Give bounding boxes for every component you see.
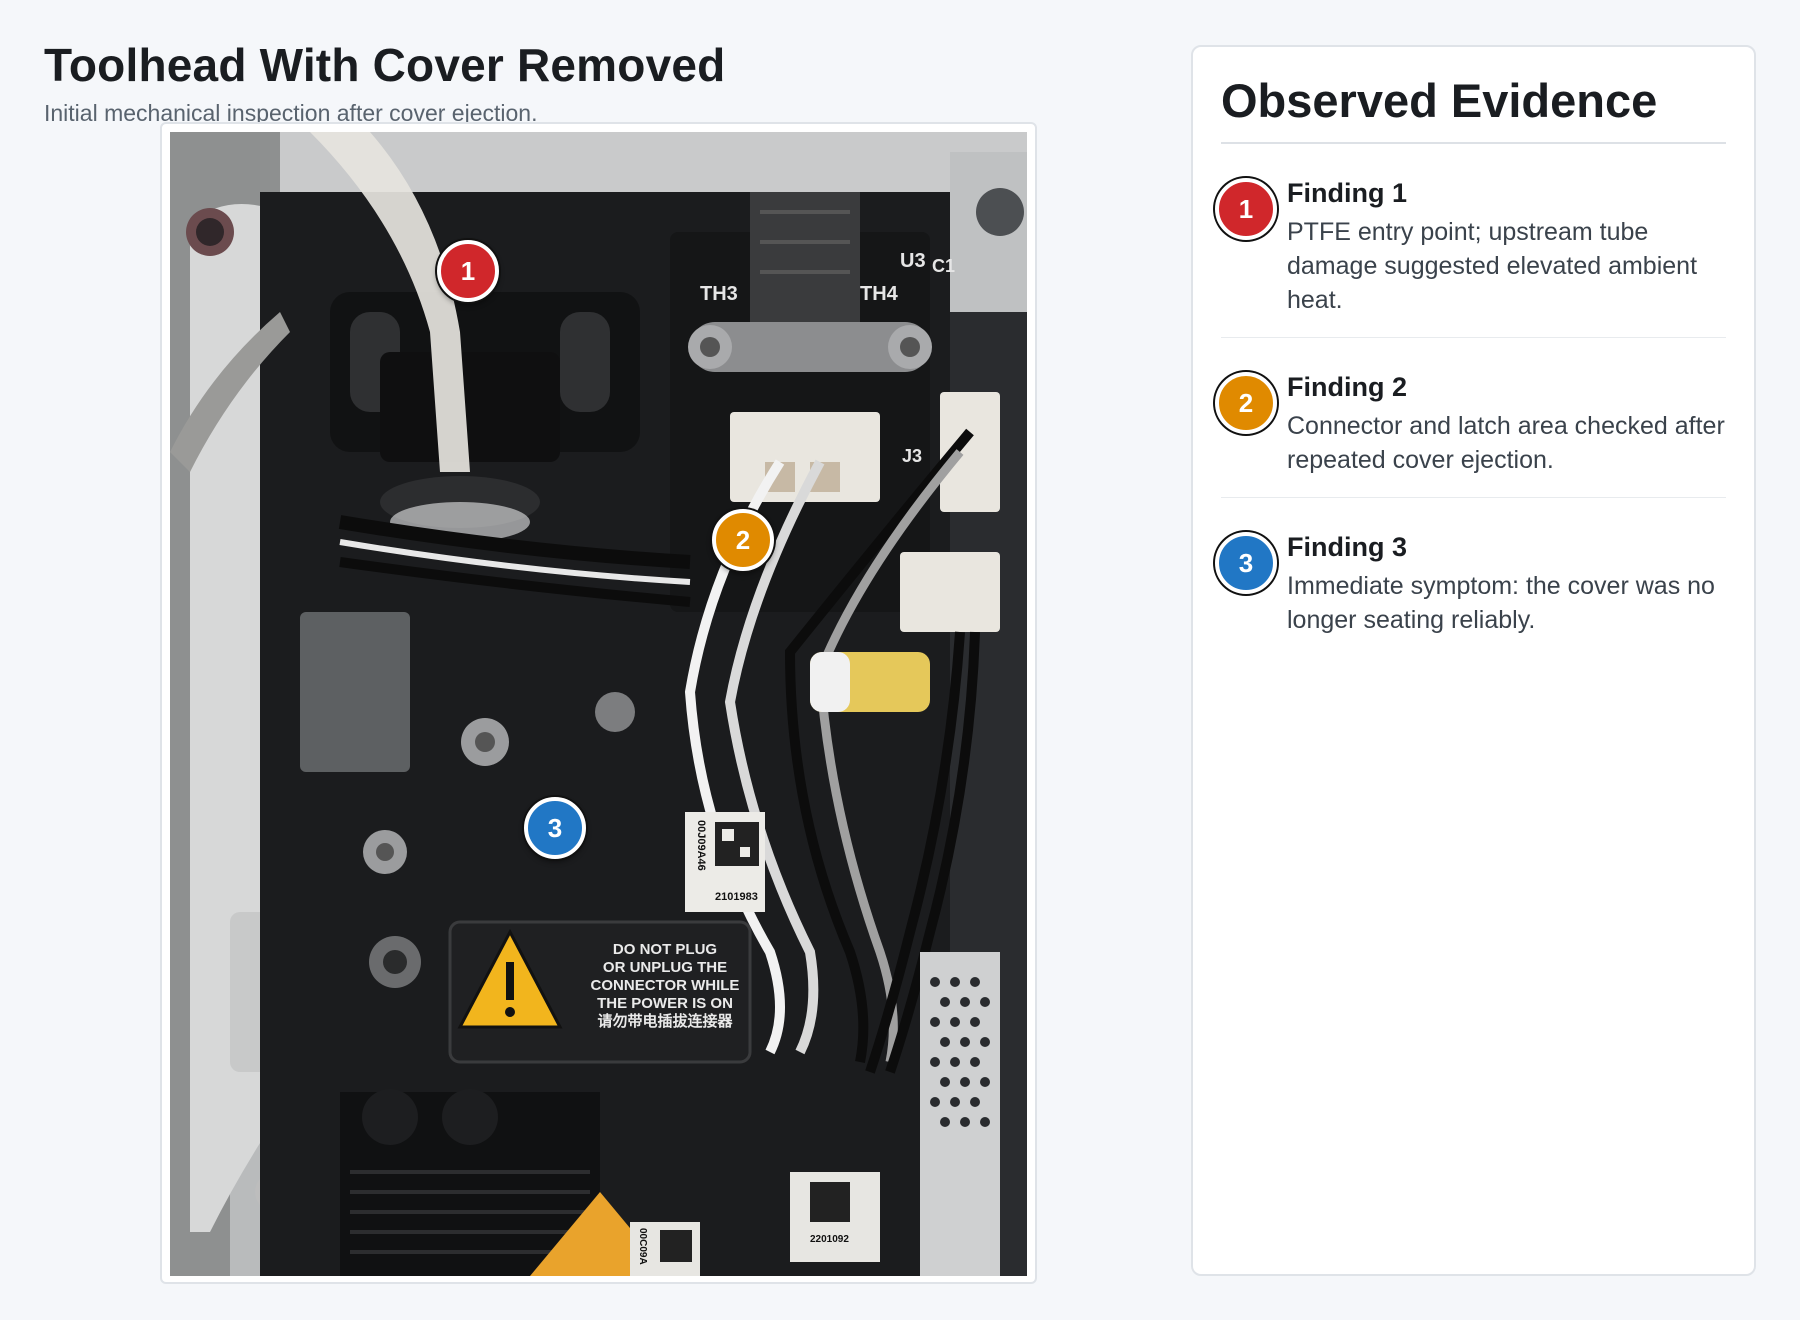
warning-line-4: THE POWER IS ON	[597, 995, 733, 1012]
finding-text-2: Connector and latch area checked after r…	[1287, 412, 1725, 474]
finding-title-2: Finding 2	[1287, 372, 1407, 402]
evidence-panel: Observed Evidence 1 Finding 1 PTFE entry…	[1191, 45, 1756, 1276]
finding-badge-2: 2	[1215, 372, 1277, 434]
marker-1-number: 1	[460, 255, 476, 286]
marker-2[interactable]: 2	[712, 509, 774, 571]
marker-2-number: 2	[735, 524, 751, 555]
finding-text-3: Immediate symptom: the cover was no long…	[1287, 572, 1715, 634]
finding-title-3: Finding 3	[1287, 532, 1407, 562]
marker-3[interactable]: 3	[524, 797, 586, 859]
pcb-label-th3: TH3	[700, 283, 738, 305]
marker-3-number: 3	[547, 812, 563, 843]
finding-item-1: 1 Finding 1 PTFE entry point; upstream t…	[1215, 144, 1726, 338]
finding-text-1: PTFE entry point; upstream tube damage s…	[1287, 218, 1698, 314]
marker-1[interactable]: 1	[437, 240, 499, 302]
warning-line-1: DO NOT PLUG	[613, 941, 717, 958]
finding-item-2: 2 Finding 2 Connector and latch area che…	[1215, 338, 1726, 498]
pcb-label-u3: U3	[900, 250, 926, 272]
toolhead-illustration: TH3 TH4 U3 C1 J3 2101983 00J09A46 DO NOT…	[170, 132, 1027, 1276]
pcb-label-c1: C1	[932, 256, 955, 276]
warning-line-3: CONNECTOR WHILE	[591, 977, 740, 994]
pcb-label-th4: TH4	[860, 283, 899, 305]
pcb-label-j3: J3	[902, 446, 922, 466]
qr-id-upper: 00J09A46	[695, 820, 707, 871]
finding-title-1: Finding 1	[1287, 178, 1407, 208]
qr-serial-lower: 2201092	[810, 1234, 849, 1245]
warning-line-2: OR UNPLUG THE	[603, 959, 727, 976]
photo-frame: TH3 TH4 U3 C1 J3 2101983 00J09A46 DO NOT…	[160, 122, 1037, 1284]
finding-item-3: 3 Finding 3 Immediate symptom: the cover…	[1215, 498, 1726, 657]
warning-line-5: 请勿带电插拔连接器	[597, 1012, 733, 1030]
page-title: Toolhead With Cover Removed	[44, 39, 726, 91]
qr-id-lower: 00C09A	[637, 1228, 648, 1265]
qr-serial-upper: 2101983	[715, 891, 758, 903]
finding-badge-3: 3	[1215, 532, 1277, 594]
panel-title: Observed Evidence	[1221, 73, 1726, 144]
finding-badge-1: 1	[1215, 178, 1277, 240]
toolhead-photo: TH3 TH4 U3 C1 J3 2101983 00J09A46 DO NOT…	[170, 132, 1027, 1276]
